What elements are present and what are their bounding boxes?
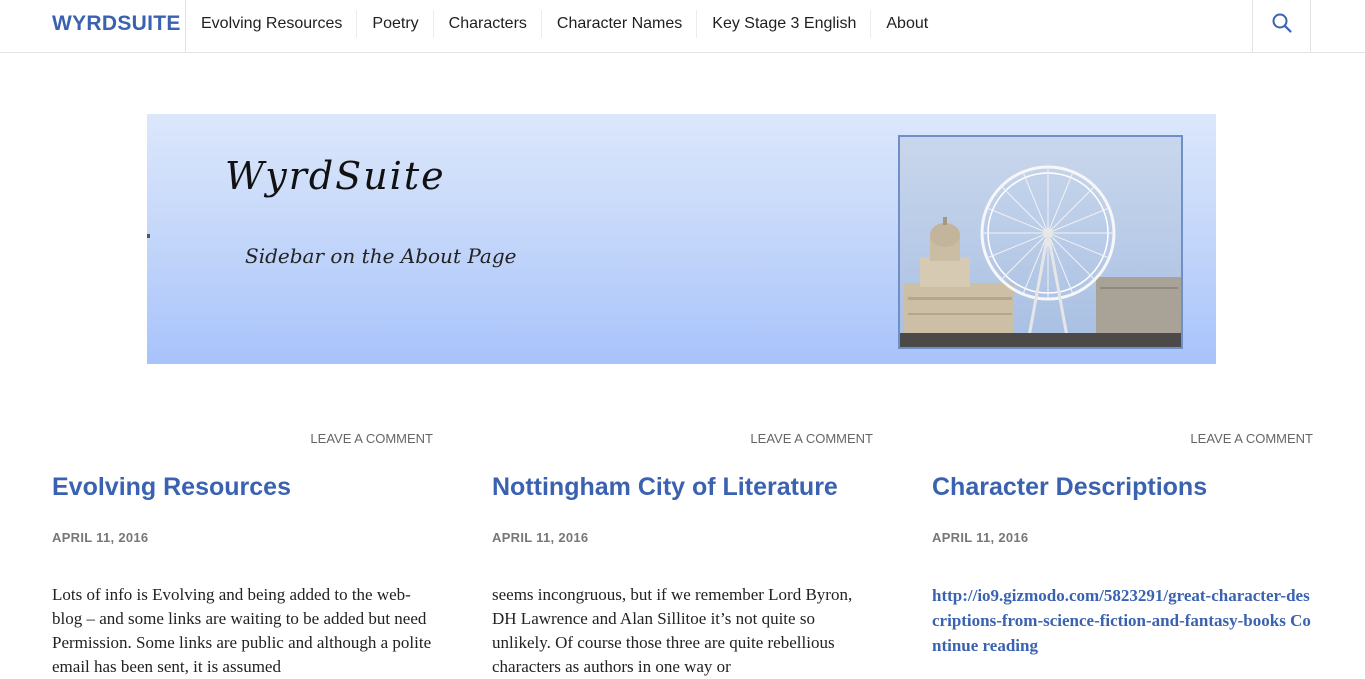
- post-excerpt: seems incongruous, but if we remember Lo…: [492, 585, 853, 676]
- post-title[interactable]: Nottingham City of Literature: [492, 472, 873, 502]
- post-title[interactable]: Character Descriptions: [932, 472, 1313, 502]
- top-navigation-bar: WYRDSUITE Evolving Resources Poetry Char…: [0, 0, 1365, 53]
- ferris-wheel-photo: [898, 135, 1183, 349]
- post-date[interactable]: APRIL 11, 2016: [932, 530, 1313, 545]
- nav-evolving-resources[interactable]: Evolving Resources: [186, 0, 358, 52]
- post-card-nottingham-city-of-literature: LEAVE A COMMENT Nottingham City of Liter…: [492, 430, 873, 679]
- post-card-character-descriptions: LEAVE A COMMENT Character Descriptions A…: [932, 430, 1313, 658]
- banner-title: WyrdSuite: [225, 154, 446, 198]
- leave-comment-link[interactable]: LEAVE A COMMENT: [932, 430, 1313, 450]
- nav-poetry[interactable]: Poetry: [357, 0, 434, 52]
- leave-comment-link[interactable]: LEAVE A COMMENT: [52, 430, 433, 450]
- leave-comment-link[interactable]: LEAVE A COMMENT: [492, 430, 873, 450]
- nav-about[interactable]: About: [871, 0, 943, 52]
- post-excerpt: Lots of info is Evolving and being added…: [52, 585, 432, 676]
- search-icon: [1272, 13, 1292, 33]
- post-date[interactable]: APRIL 11, 2016: [492, 530, 873, 545]
- nav-characters[interactable]: Characters: [434, 0, 543, 52]
- header-banner: WyrdSuite Sidebar on the About Page: [147, 114, 1216, 364]
- nav-character-names[interactable]: Character Names: [542, 0, 698, 52]
- external-article-link[interactable]: http://io9.gizmodo.com/5823291/great-cha…: [932, 586, 1310, 630]
- banner-subtitle: Sidebar on the About Page: [245, 244, 517, 268]
- site-brand-link[interactable]: WYRDSUITE: [52, 0, 181, 52]
- post-excerpt: http://io9.gizmodo.com/5823291/great-cha…: [932, 583, 1313, 658]
- post-title[interactable]: Evolving Resources: [52, 472, 433, 502]
- post-card-evolving-resources: LEAVE A COMMENT Evolving Resources APRIL…: [52, 430, 433, 679]
- banner-mark: [147, 234, 150, 238]
- nav-key-stage-3-english[interactable]: Key Stage 3 English: [697, 0, 872, 52]
- primary-menu: Evolving Resources Poetry Characters Cha…: [186, 0, 943, 52]
- post-date[interactable]: APRIL 11, 2016: [52, 530, 433, 545]
- search-toggle-button[interactable]: [1252, 0, 1311, 52]
